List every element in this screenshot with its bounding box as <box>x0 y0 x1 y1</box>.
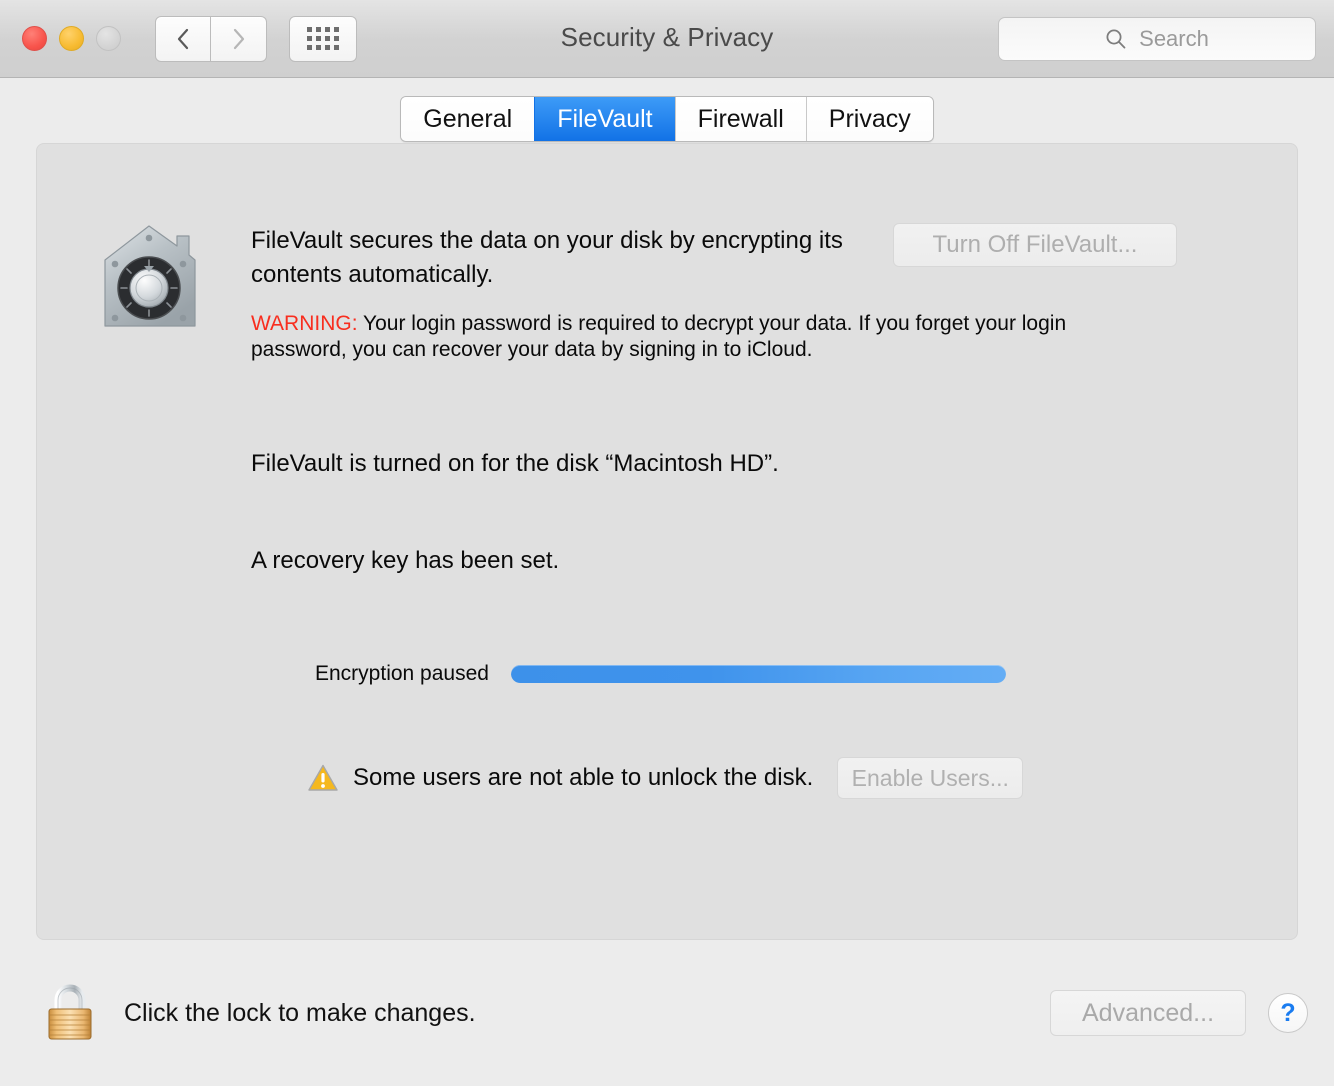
bottom-bar: Click the lock to make changes. Advanced… <box>0 940 1334 1086</box>
traffic-lights <box>22 26 121 51</box>
filevault-description: FileVault secures the data on your disk … <box>251 224 851 292</box>
filevault-warning-paragraph: WARNING: Your login password is required… <box>251 311 1131 363</box>
filevault-recovery-key-status: A recovery key has been set. <box>251 547 559 575</box>
tabbar: General FileVault Firewall Privacy <box>400 96 933 142</box>
filevault-disk-status: FileVault is turned on for the disk “Mac… <box>251 450 779 478</box>
warning-body: Your login password is required to decry… <box>251 312 1066 361</box>
encryption-progress-bar <box>511 665 1006 683</box>
users-warning-row: Some users are not able to unlock the di… <box>307 757 1023 799</box>
tabbar-wrapper: General FileVault Firewall Privacy <box>0 92 1334 146</box>
filevault-panel: FileVault secures the data on your disk … <box>36 143 1298 940</box>
zoom-button[interactable] <box>96 26 121 51</box>
lock-instruction-text: Click the lock to make changes. <box>124 999 476 1028</box>
show-all-button[interactable] <box>289 16 357 62</box>
chevron-left-icon <box>177 28 190 50</box>
navigation-buttons <box>155 16 267 62</box>
filevault-safe-icon <box>99 222 199 332</box>
encryption-progress-label: Encryption paused <box>315 662 489 686</box>
titlebar: Security & Privacy Search <box>0 0 1334 78</box>
back-button[interactable] <box>155 16 211 62</box>
bottom-right-controls: Advanced... ? <box>1050 990 1308 1036</box>
search-icon <box>1105 28 1127 50</box>
encryption-progress-fill <box>511 665 1006 683</box>
search-input[interactable]: Search <box>998 17 1316 61</box>
minimize-button[interactable] <box>59 26 84 51</box>
tab-privacy[interactable]: Privacy <box>806 97 933 141</box>
tab-firewall[interactable]: Firewall <box>675 97 806 141</box>
security-privacy-window: Security & Privacy Search General FileVa… <box>0 0 1334 1086</box>
users-warning-text: Some users are not able to unlock the di… <box>353 764 813 792</box>
advanced-button[interactable]: Advanced... <box>1050 990 1246 1036</box>
tab-general[interactable]: General <box>401 97 534 141</box>
warning-triangle-icon <box>307 763 339 793</box>
chevron-right-icon <box>232 28 245 50</box>
search-placeholder: Search <box>1139 26 1209 52</box>
close-button[interactable] <box>22 26 47 51</box>
enable-users-button[interactable]: Enable Users... <box>837 757 1023 799</box>
show-all-grid-icon <box>307 27 339 50</box>
turn-off-filevault-button[interactable]: Turn Off FileVault... <box>893 223 1177 267</box>
lock-closed-icon[interactable] <box>44 984 96 1042</box>
tab-filevault[interactable]: FileVault <box>534 97 674 141</box>
search-inner: Search <box>1105 26 1209 52</box>
forward-button[interactable] <box>211 16 267 62</box>
warning-label: WARNING: <box>251 312 358 335</box>
encryption-progress-row: Encryption paused <box>315 662 1215 686</box>
help-button[interactable]: ? <box>1268 993 1308 1033</box>
